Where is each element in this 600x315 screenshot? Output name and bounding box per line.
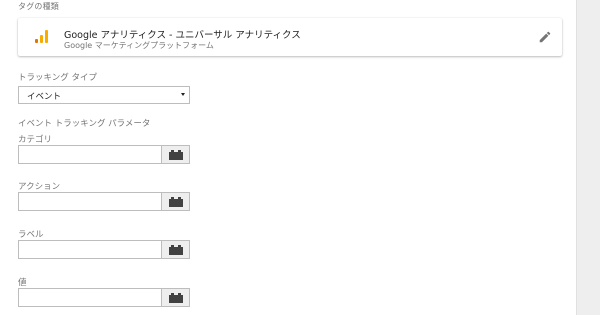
value-variable-button[interactable] [162, 288, 190, 307]
value-input[interactable] [18, 288, 162, 307]
variable-brick-icon [169, 293, 183, 303]
category-input[interactable] [18, 145, 162, 164]
label-label: ラベル [18, 230, 44, 240]
label-input[interactable] [18, 240, 162, 259]
action-variable-button[interactable] [162, 192, 190, 211]
tag-type-card[interactable]: Google アナリティクス - ユニバーサル アナリティクス Google マ… [18, 18, 562, 56]
category-label: カテゴリ [18, 135, 53, 145]
tag-type-section-label: タグの種類 [18, 2, 59, 11]
event-tracking-params-header: イベント トラッキング パラメータ [18, 119, 151, 129]
action-label: アクション [18, 182, 61, 192]
google-analytics-icon [35, 29, 49, 43]
pencil-icon[interactable] [538, 30, 552, 44]
variable-brick-icon [169, 197, 183, 207]
tracking-type-label: トラッキング タイプ [18, 73, 97, 83]
tag-configuration-panel: タグの種類 Google アナリティクス - ユニバーサル アナリティクス Go… [0, 0, 577, 315]
tag-type-subtitle: Google マーケティングプラットフォーム [64, 41, 214, 50]
tracking-type-selected-value: イベント [27, 92, 62, 102]
category-variable-button[interactable] [162, 145, 190, 164]
label-variable-button[interactable] [162, 240, 190, 259]
variable-brick-icon [169, 245, 183, 255]
dropdown-arrow-icon [181, 93, 185, 96]
action-input[interactable] [18, 192, 162, 211]
value-label: 値 [18, 278, 27, 288]
variable-brick-icon [169, 150, 183, 160]
tracking-type-select[interactable]: イベント [18, 86, 190, 104]
tag-type-title: Google アナリティクス - ユニバーサル アナリティクス [64, 30, 301, 41]
